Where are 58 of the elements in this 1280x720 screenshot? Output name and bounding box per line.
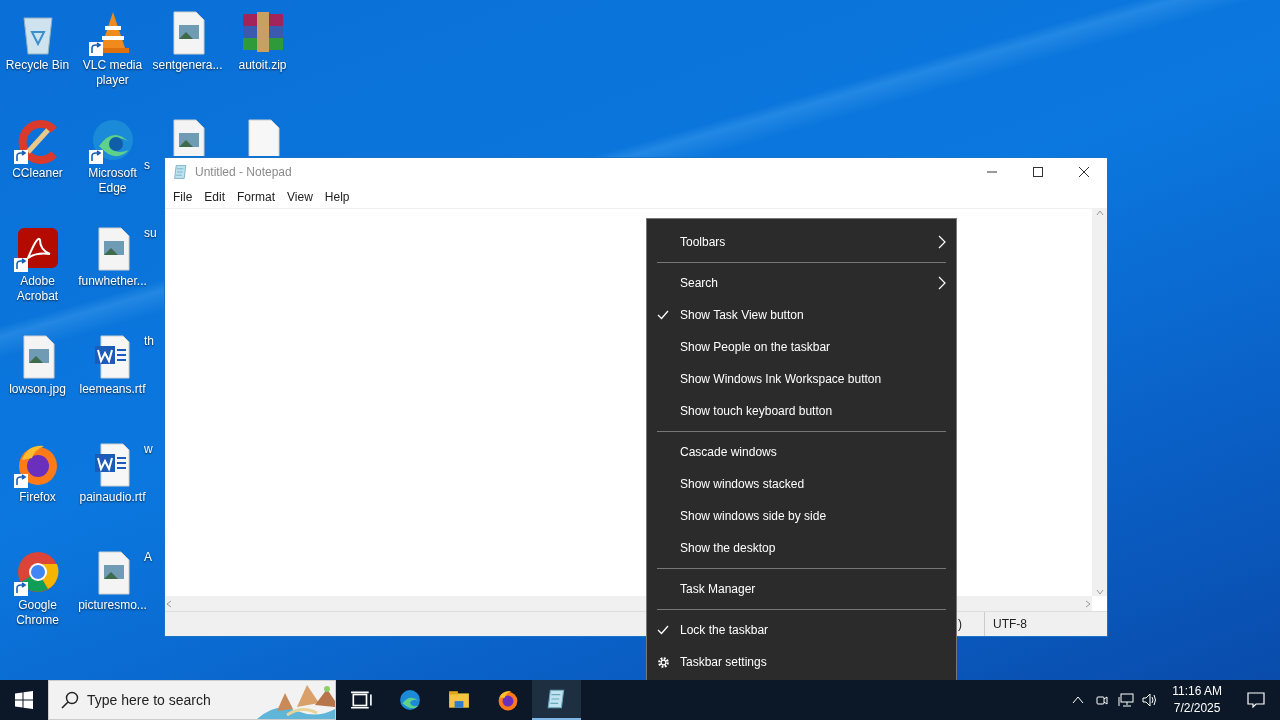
desktop-icon-label[interactable]: Google Chrome bbox=[0, 598, 75, 628]
desktop-icon-label[interactable]: th bbox=[144, 334, 154, 349]
chevron-right-icon bbox=[938, 235, 946, 249]
desktop-icon-label[interactable]: painaudio.rtf bbox=[75, 490, 150, 505]
desktop-icon-label[interactable]: w bbox=[144, 442, 153, 457]
clock-date[interactable]: 7/2/2025 bbox=[1172, 700, 1222, 717]
task-view-icon bbox=[349, 689, 372, 711]
desktop-icon-label[interactable]: s bbox=[144, 158, 150, 173]
menu-item[interactable]: Lock the taskbar bbox=[647, 614, 956, 646]
chevron-right-icon bbox=[938, 276, 946, 290]
menu-item[interactable]: Taskbar settings bbox=[647, 646, 956, 678]
menu-item[interactable]: Format bbox=[231, 190, 282, 204]
menu-item[interactable]: Show Windows Ink Workspace button bbox=[647, 363, 956, 395]
search-bar[interactable]: Type here to search bbox=[48, 680, 336, 720]
check-icon bbox=[657, 624, 669, 636]
close-icon bbox=[1079, 167, 1089, 177]
menu-item[interactable]: Help bbox=[318, 190, 356, 204]
desktop-icon-label[interactable]: Firefox bbox=[0, 490, 75, 505]
window-title: Untitled - Notepad bbox=[195, 165, 293, 179]
firefox-icon bbox=[496, 689, 519, 711]
taskbar-app-button[interactable] bbox=[532, 680, 581, 720]
menu-item[interactable]: Cascade windows bbox=[647, 436, 956, 468]
folder-icon bbox=[447, 689, 470, 711]
menu-item[interactable]: Edit bbox=[198, 190, 232, 204]
menu-item[interactable]: Task Manager bbox=[647, 573, 956, 605]
menu-item[interactable]: Toolbars bbox=[647, 226, 956, 258]
menu-item[interactable]: Search bbox=[647, 267, 956, 299]
desktop-icon-label[interactable]: lowson.jpg bbox=[0, 382, 75, 397]
desktop-icon-label[interactable]: A bbox=[144, 550, 152, 565]
maximize-icon bbox=[1033, 167, 1043, 177]
desktop-icon-label[interactable]: sentgenera... bbox=[150, 58, 225, 73]
search-field[interactable]: Type here to search bbox=[87, 690, 237, 710]
desktop-icon-label[interactable]: autoit.zip bbox=[225, 58, 300, 73]
edge-icon bbox=[398, 689, 421, 711]
desktop-icon-label[interactable]: leemeans.rtf bbox=[75, 382, 150, 397]
desktop-icon-label[interactable]: Adobe Acrobat bbox=[0, 274, 75, 304]
desktop-icon-label[interactable]: su bbox=[144, 226, 157, 241]
menu-item[interactable]: View bbox=[281, 190, 319, 204]
start-icon bbox=[15, 691, 33, 709]
desktop-icon-label[interactable]: CCleaner bbox=[0, 166, 75, 181]
check-icon bbox=[657, 309, 669, 321]
menu-item[interactable]: Show touch keyboard button bbox=[647, 395, 956, 427]
status-field: ) bbox=[958, 617, 962, 631]
menu-item[interactable]: Show windows stacked bbox=[647, 468, 956, 500]
settings-icon bbox=[657, 656, 670, 669]
search-icon bbox=[61, 691, 79, 709]
desktop-icon-label[interactable]: funwhether... bbox=[75, 274, 150, 289]
menu-item[interactable]: File bbox=[167, 190, 199, 204]
status-field: UTF-8 bbox=[984, 612, 1085, 636]
desktop-icon-label[interactable]: picturesmo... bbox=[75, 598, 150, 613]
desktop-icon-label[interactable]: VLC media player bbox=[75, 58, 150, 88]
menu-item[interactable]: Show People on the taskbar bbox=[647, 331, 956, 363]
menu-item[interactable]: Show the desktop bbox=[647, 532, 956, 564]
notepad-icon bbox=[173, 164, 189, 180]
clock-time[interactable]: 11:16 AM bbox=[1172, 683, 1222, 700]
desktop-icon-label[interactable]: Recycle Bin bbox=[0, 58, 75, 73]
menu-item[interactable]: Show windows side by side bbox=[647, 500, 956, 532]
menu-item[interactable]: Show Task View button bbox=[647, 299, 956, 331]
